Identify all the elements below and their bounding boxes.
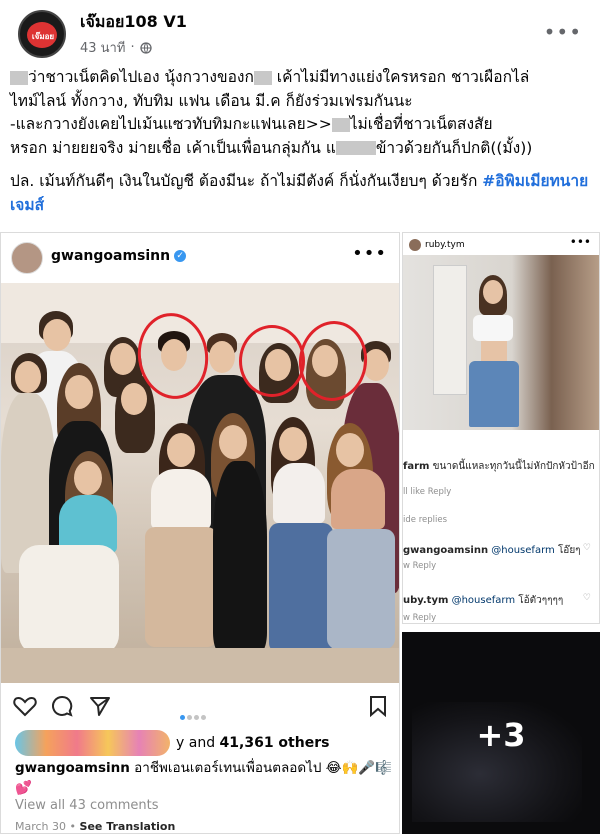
comment-like-icon[interactable]: ♡ (583, 593, 591, 603)
verified-badge-icon: ✓ (174, 250, 187, 262)
comment-item: uby.tym @housefarm โอ้ตัวๆๆๆๆ (403, 595, 564, 606)
person-head (121, 383, 147, 415)
page-name[interactable]: เจ๊มอย108 V1 (80, 10, 187, 35)
floor (1, 648, 399, 683)
text-line: -และกวางยังเคยไปเม้นแซวทับทิมกะแฟนเลย>> (10, 115, 332, 133)
more-photos-tile[interactable]: +3 (402, 632, 600, 834)
text-line: ปล. เม้นท์กันดีๆ เงินในบัญชี ต้องมีนะ ถ้… (10, 172, 478, 190)
person-head (110, 343, 136, 375)
person-head (65, 375, 93, 409)
likes-prefix: y and (176, 735, 216, 751)
comment-meta[interactable]: ll like Reply (403, 487, 451, 497)
share-icon[interactable] (89, 695, 111, 717)
avatar-text: เจ๊มอย (31, 32, 55, 41)
ig-action-bar (1, 693, 399, 724)
person-head (15, 361, 41, 393)
text-line: ไทม์ไลน์ ทั้งกวาง, ทับทิม แฟน เดือน มี.ค… (10, 91, 413, 110)
person-top (473, 315, 513, 341)
comment-like-icon[interactable]: ♡ (583, 543, 591, 553)
ig-right-header: ruby.tym (409, 239, 465, 251)
redacted-block (335, 141, 376, 155)
more-options-icon[interactable]: ••• (570, 235, 591, 249)
ig-post-header: gwangoamsinn ✓ ••• (1, 233, 399, 279)
highlight-circle (239, 325, 305, 397)
person-legs (19, 545, 119, 655)
person-legs (145, 527, 217, 647)
post-time[interactable]: 43 นาที (80, 37, 125, 58)
person-jeans (469, 361, 519, 427)
caption-username[interactable]: gwangoamsinn (15, 760, 130, 776)
likes-row: y and 41,361 others (15, 730, 329, 756)
text-line: ไม่เชื่อที่ชาวเน็ตสงสัย (349, 115, 493, 133)
see-translation-link[interactable]: See Translation (80, 820, 176, 833)
person-legs (327, 529, 395, 649)
more-options-icon[interactable]: ••• (544, 20, 582, 44)
ig-avatar[interactable] (409, 239, 421, 251)
person-head (167, 433, 195, 467)
comment-icon[interactable] (51, 695, 73, 717)
comment-meta[interactable]: w Reply (403, 561, 436, 571)
hide-replies-link[interactable]: ide replies (403, 515, 447, 525)
person-head (483, 280, 503, 304)
carousel-dots (179, 705, 207, 724)
person-body (273, 463, 325, 523)
comment-item: gwangoamsinn @housefarm โอ๊ยๆ (403, 545, 581, 556)
post-meta: 43 นาที · (80, 37, 152, 58)
person-head (43, 319, 71, 351)
person-body (213, 461, 267, 651)
ig-username[interactable]: ruby.tym (425, 240, 465, 250)
page-avatar[interactable]: เจ๊มอย (18, 10, 66, 58)
comment-item: farm ขนาดนี้แหละทุกวันนี้ไม่หักปักหัวป้า… (403, 461, 595, 472)
person-legs (269, 523, 333, 653)
post-paragraph-2: ปล. เม้นท์กันดีๆ เงินในบัญชี ต้องมีนะ ถ้… (10, 170, 595, 217)
redacted-block (253, 70, 272, 85)
post-header: เจ๊มอย เจ๊มอย108 V1 43 นาที · ••• (0, 0, 600, 60)
post-date: March 30 (15, 820, 67, 833)
dot-separator: · (130, 40, 135, 55)
person-head (279, 427, 307, 461)
person-head (74, 461, 102, 495)
person-waist (481, 341, 507, 361)
ig-username[interactable]: gwangoamsinn ✓ (51, 248, 187, 264)
flower-sticker-overlay (15, 730, 170, 756)
person-head (336, 433, 364, 467)
instagram-post-screenshot[interactable]: gwangoamsinn ✓ ••• y and 41,361 others g… (0, 232, 400, 834)
post-text: ว่าชาวเน็ตคิดไปเอง นุ้งกวางของก เค้าไม่ม… (10, 66, 595, 217)
comment-meta[interactable]: w Reply (403, 613, 436, 623)
redacted-block (10, 70, 28, 85)
person-head (219, 425, 247, 459)
globe-icon (139, 41, 152, 54)
view-comments-link[interactable]: View all 43 comments (15, 798, 159, 813)
like-heart-icon[interactable] (13, 695, 37, 717)
post-paragraph-1: ว่าชาวเน็ตคิดไปเอง นุ้งกวางของก เค้าไม่ม… (10, 66, 595, 160)
text-line: เค้าไม่มีทางแย่งใครหรอก ชาวเผือกไล่ (276, 68, 530, 86)
ig-avatar[interactable] (11, 242, 43, 274)
redacted-block (331, 117, 350, 132)
text-line: ว่าชาวเน็ตคิดไปเอง นุ้งกวางของก (28, 68, 254, 86)
door (433, 265, 467, 395)
more-options-icon[interactable]: ••• (352, 243, 387, 264)
person-head (209, 341, 235, 373)
instagram-comments-screenshot[interactable]: ruby.tym ••• farm ขนาดนี้แหละทุกวันนี้ไม… (402, 232, 600, 624)
group-photo (1, 283, 399, 683)
ig-caption: gwangoamsinn อาชีพเอนเตอร์เทนเพื่อนตลอดไ… (15, 758, 395, 798)
more-photos-count: +3 (476, 716, 526, 754)
bookmark-icon[interactable] (369, 695, 387, 717)
mirror-selfie-photo (403, 255, 599, 430)
person-body (331, 469, 385, 529)
person-body (151, 469, 211, 529)
ig-date-row: March 30 • See Translation (15, 820, 176, 833)
text-line: หรอก ม่ายยยจริง ม่ายเชื่อ เค้าเป็นเพื่อน… (10, 138, 336, 157)
text-line: ข้าวด้วยกันก็ปกติ((มั้ง)) (375, 138, 533, 157)
likes-count[interactable]: 41,361 others (220, 735, 330, 751)
